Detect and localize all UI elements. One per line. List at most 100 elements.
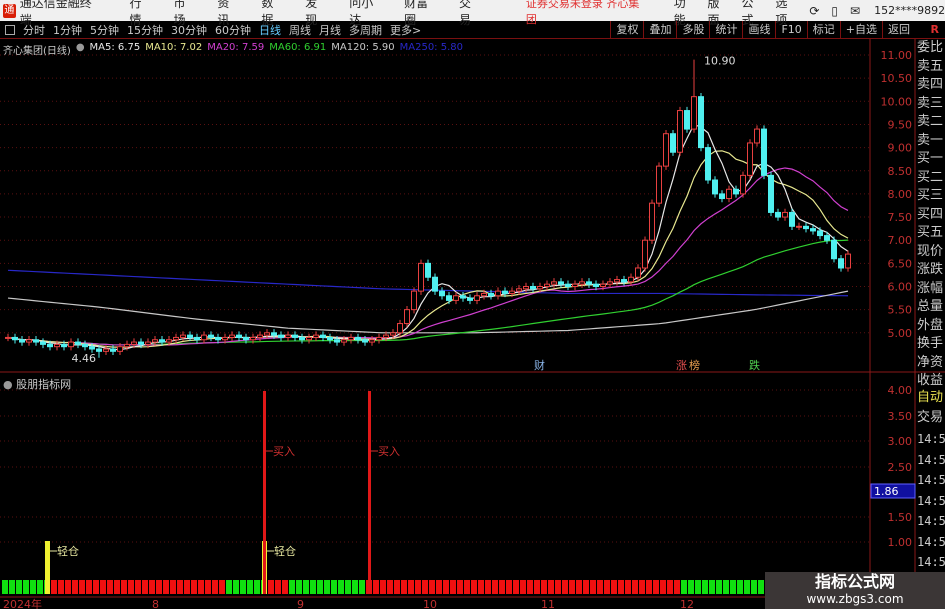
quote-field: 现价 <box>917 243 944 259</box>
indicator-bar <box>667 580 673 594</box>
candle-body <box>817 230 823 237</box>
candle-body <box>327 336 333 341</box>
indicator-bar <box>310 580 316 594</box>
indicator-bar <box>709 580 715 594</box>
indicator-bar <box>569 580 575 594</box>
candle-body <box>285 334 291 338</box>
indicator-bar <box>457 580 463 594</box>
quote-field: 14:56 <box>917 534 945 549</box>
candle-body <box>796 225 802 228</box>
indicator-bar <box>184 580 190 594</box>
quote-panel: 委比 卖五 卖四 卖三 卖二 卖一 买一 买二 买三 买四 买五 现价 涨跌 涨幅 总量 外盘 换手 净资 收益 自动… <box>917 40 945 590</box>
indicator-bar <box>268 580 274 594</box>
quote-field: 委比 <box>917 40 944 55</box>
indicator-bar <box>86 580 92 594</box>
candle-body <box>565 283 571 287</box>
candle-body <box>775 211 781 218</box>
indicator-bar <box>177 580 183 594</box>
candle-body <box>810 228 816 232</box>
indicator-bar <box>205 580 211 594</box>
candle-body <box>89 346 95 350</box>
indicator-bar <box>16 580 22 594</box>
candle-body <box>607 281 613 285</box>
indicator-bar <box>163 580 169 594</box>
quote-field: 自动 <box>917 390 944 405</box>
quote-field: 收益 <box>917 373 944 388</box>
quote-field: 买一 <box>917 151 944 166</box>
indicator-bar <box>324 580 330 594</box>
candle-body <box>418 262 424 292</box>
candle-body <box>572 283 578 287</box>
indicator-tick: 3.00 <box>888 435 913 448</box>
candle-body <box>593 283 599 287</box>
candle-body <box>229 334 235 338</box>
indicator-bar <box>289 580 295 594</box>
watermark-url: www.zbgs3.com <box>806 592 904 606</box>
candle-body <box>187 334 193 338</box>
indicator-settings-icon[interactable]: ● <box>3 378 13 391</box>
buy-label: 买入 <box>378 445 400 458</box>
indicator-bar <box>296 580 302 594</box>
date-tick: 2024年 <box>3 597 42 609</box>
candle-body <box>201 334 207 341</box>
price-tick: 6.00 <box>888 281 913 294</box>
candle-body <box>19 339 25 343</box>
settings-icon[interactable]: ● <box>76 42 85 57</box>
candle-body <box>12 336 18 341</box>
event-marker: 跌 <box>749 358 760 372</box>
quote-field: 14:56 <box>917 514 945 528</box>
quote-field: 卖二 <box>917 114 944 129</box>
indicator-bar <box>37 580 43 594</box>
candle-body <box>544 283 550 287</box>
candle-body <box>558 281 564 285</box>
candle-body <box>502 290 508 294</box>
indicator-tick: 1.00 <box>888 536 913 549</box>
candle-body <box>376 336 382 341</box>
candle-body <box>677 110 683 153</box>
candle-body <box>75 341 81 345</box>
indicator-bar <box>534 580 540 594</box>
indicator-bar <box>212 580 218 594</box>
indicator-bar <box>380 580 386 594</box>
indicator-tick: 3.50 <box>888 410 913 423</box>
indicator-bar <box>478 580 484 594</box>
indicator-bar <box>240 580 246 594</box>
indicator-bar <box>723 580 729 594</box>
price-tick: 6.50 <box>888 257 913 270</box>
indicator-bar <box>156 580 162 594</box>
indicator-bar <box>219 580 225 594</box>
indicator-bar <box>149 580 155 594</box>
ma250-label: MA250: 5.80 <box>399 42 463 53</box>
quote-field: 买二 <box>917 169 944 185</box>
quote-field: 卖三 <box>917 95 944 111</box>
indicator-bar <box>520 580 526 594</box>
quote-field: 14:56 <box>917 432 945 446</box>
indicator-bar <box>464 580 470 594</box>
indicator-bar <box>604 580 610 594</box>
candle-body <box>698 96 704 149</box>
candle-body <box>194 336 200 341</box>
candle-body <box>103 348 109 352</box>
candle-body <box>649 202 655 241</box>
indicator-bar <box>226 580 232 594</box>
quote-field: 卖一 <box>917 132 944 148</box>
candle-body <box>26 339 32 343</box>
candle-body <box>747 142 753 176</box>
candle-body <box>397 323 403 334</box>
candle-body <box>278 334 284 338</box>
candle-body <box>754 128 760 144</box>
indicator-bar <box>618 580 624 594</box>
date-tick: 12 <box>680 598 694 609</box>
candle-body <box>299 336 305 341</box>
indicator-bar <box>597 580 603 594</box>
quote-field: 涨跌 <box>917 262 944 277</box>
candle-body <box>68 341 74 348</box>
indicator-title: ● 股朋指标网 <box>3 376 71 392</box>
candle-body <box>467 297 473 301</box>
quote-field: 外盘 <box>917 317 944 333</box>
indicator-bar <box>415 580 421 594</box>
quote-field: 14:56 <box>917 493 945 508</box>
candle-body <box>474 295 480 301</box>
ma-info-line: 齐心集团(日线) ● MA5: 6.75 MA10: 7.02 MA20: 7.… <box>3 42 463 57</box>
kline-chart[interactable]: 11.00 10.50 10.00 9.50 9.00 8.50 8.00 7.50 7.00 6… <box>0 0 945 609</box>
